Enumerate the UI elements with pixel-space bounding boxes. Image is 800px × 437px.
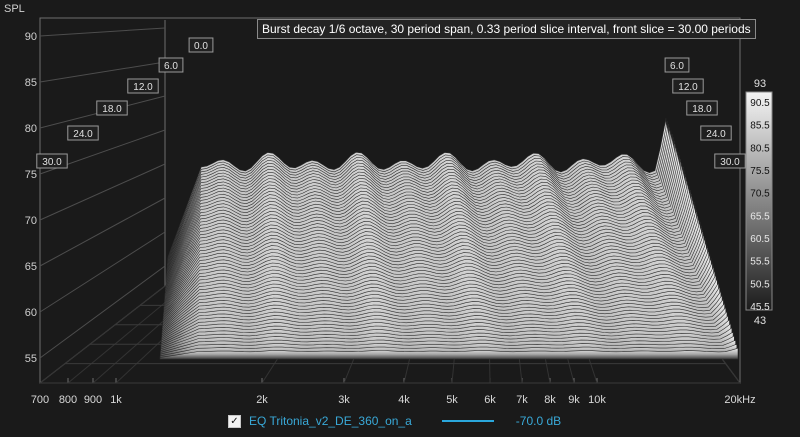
chart-title: Burst decay 1/6 octave, 30 period span, … [257, 19, 756, 39]
colorbar-tick-label: 50.5 [750, 279, 770, 290]
x-tick-label: 2k [256, 394, 268, 406]
y-tick-label: 85 [25, 77, 37, 89]
period-label-left: 0.0 [194, 41, 208, 52]
y-tick-label: 75 [25, 169, 37, 181]
x-tick-label: 9k [568, 394, 580, 406]
legend-series-line [441, 420, 494, 422]
x-tick-label: 6k [484, 394, 496, 406]
period-label-right: 24.0 [706, 129, 726, 140]
x-tick-label: 900 [84, 394, 102, 406]
colorbar-tick-label: 55.5 [750, 257, 770, 268]
period-label-left: 30.0 [42, 157, 62, 168]
spl-gridline [39, 27, 166, 37]
spl-gridline [39, 163, 166, 221]
x-tick-label: 5k [446, 394, 458, 406]
y-tick-label: 60 [25, 307, 37, 319]
period-label-left: 12.0 [133, 82, 153, 93]
colorbar-min-label: 43 [754, 315, 766, 327]
colorbar-tick-label: 75.5 [750, 166, 770, 177]
x-tick-label: 700 [31, 394, 49, 406]
y-tick-label: 80 [25, 123, 37, 135]
series-checkbox[interactable]: ✓ [228, 414, 241, 428]
y-axis-label: SPL [4, 3, 25, 15]
colorbar-tick-label: 80.5 [750, 143, 770, 154]
colorbar-tick-label: 85.5 [750, 121, 770, 132]
period-label-left: 6.0 [164, 61, 178, 72]
x-tick-label: 4k [398, 394, 410, 406]
x-tick-label: 20kHz [724, 394, 755, 406]
colorbar-max-label: 93 [754, 78, 766, 90]
period-label-left: 18.0 [102, 104, 122, 115]
x-tick-label: 3k [338, 394, 350, 406]
waterfall-plot: 0.0 6.0 12.0 18.0 24.0 30.0 6.0 12.0 18.0 24.0 30.… [4, 3, 773, 406]
colorbar-tick-label: 45.5 [750, 302, 770, 313]
colorbar: 93 43 90.5 85.5 80.5 75.5 70.5 65.5 60.5 55.5 50.5… [745, 78, 773, 327]
x-tick-label: 8k [544, 394, 556, 406]
colorbar-tick-label: 90.5 [750, 98, 770, 109]
colorbar-tick-label: 70.5 [750, 189, 770, 200]
period-label-right: 18.0 [692, 104, 712, 115]
legend-level: -70.0 dB [515, 414, 562, 428]
legend-series-name[interactable]: EQ Tritonia_v2_DE_360_on_a [249, 414, 412, 428]
y-tick-label: 70 [25, 215, 37, 227]
spl-gridline [39, 197, 166, 267]
period-label-right: 30.0 [720, 157, 740, 168]
decay-surface [159, 118, 739, 360]
y-tick-label: 55 [25, 353, 37, 365]
legend: ✓ EQ Tritonia_v2_DE_360_on_a -70.0 dB [228, 412, 561, 430]
x-tick-label: 800 [59, 394, 77, 406]
left-wall-labels: 0.0 6.0 12.0 18.0 24.0 30.0 6.0 12.0 18.0 24.0 30.… [36, 37, 746, 169]
colorbar-tick-label: 60.5 [750, 234, 770, 245]
x-tick-label: 7k [516, 394, 528, 406]
colorbar-tick-label: 65.5 [750, 211, 770, 222]
y-tick-label: 90 [25, 31, 37, 43]
period-label-left: 24.0 [73, 129, 93, 140]
x-tick-label: 10k [588, 394, 606, 406]
period-label-right: 12.0 [678, 82, 698, 93]
y-tick-label: 65 [25, 261, 37, 273]
period-label-right: 6.0 [670, 61, 684, 72]
x-tick-label: 1k [110, 394, 122, 406]
